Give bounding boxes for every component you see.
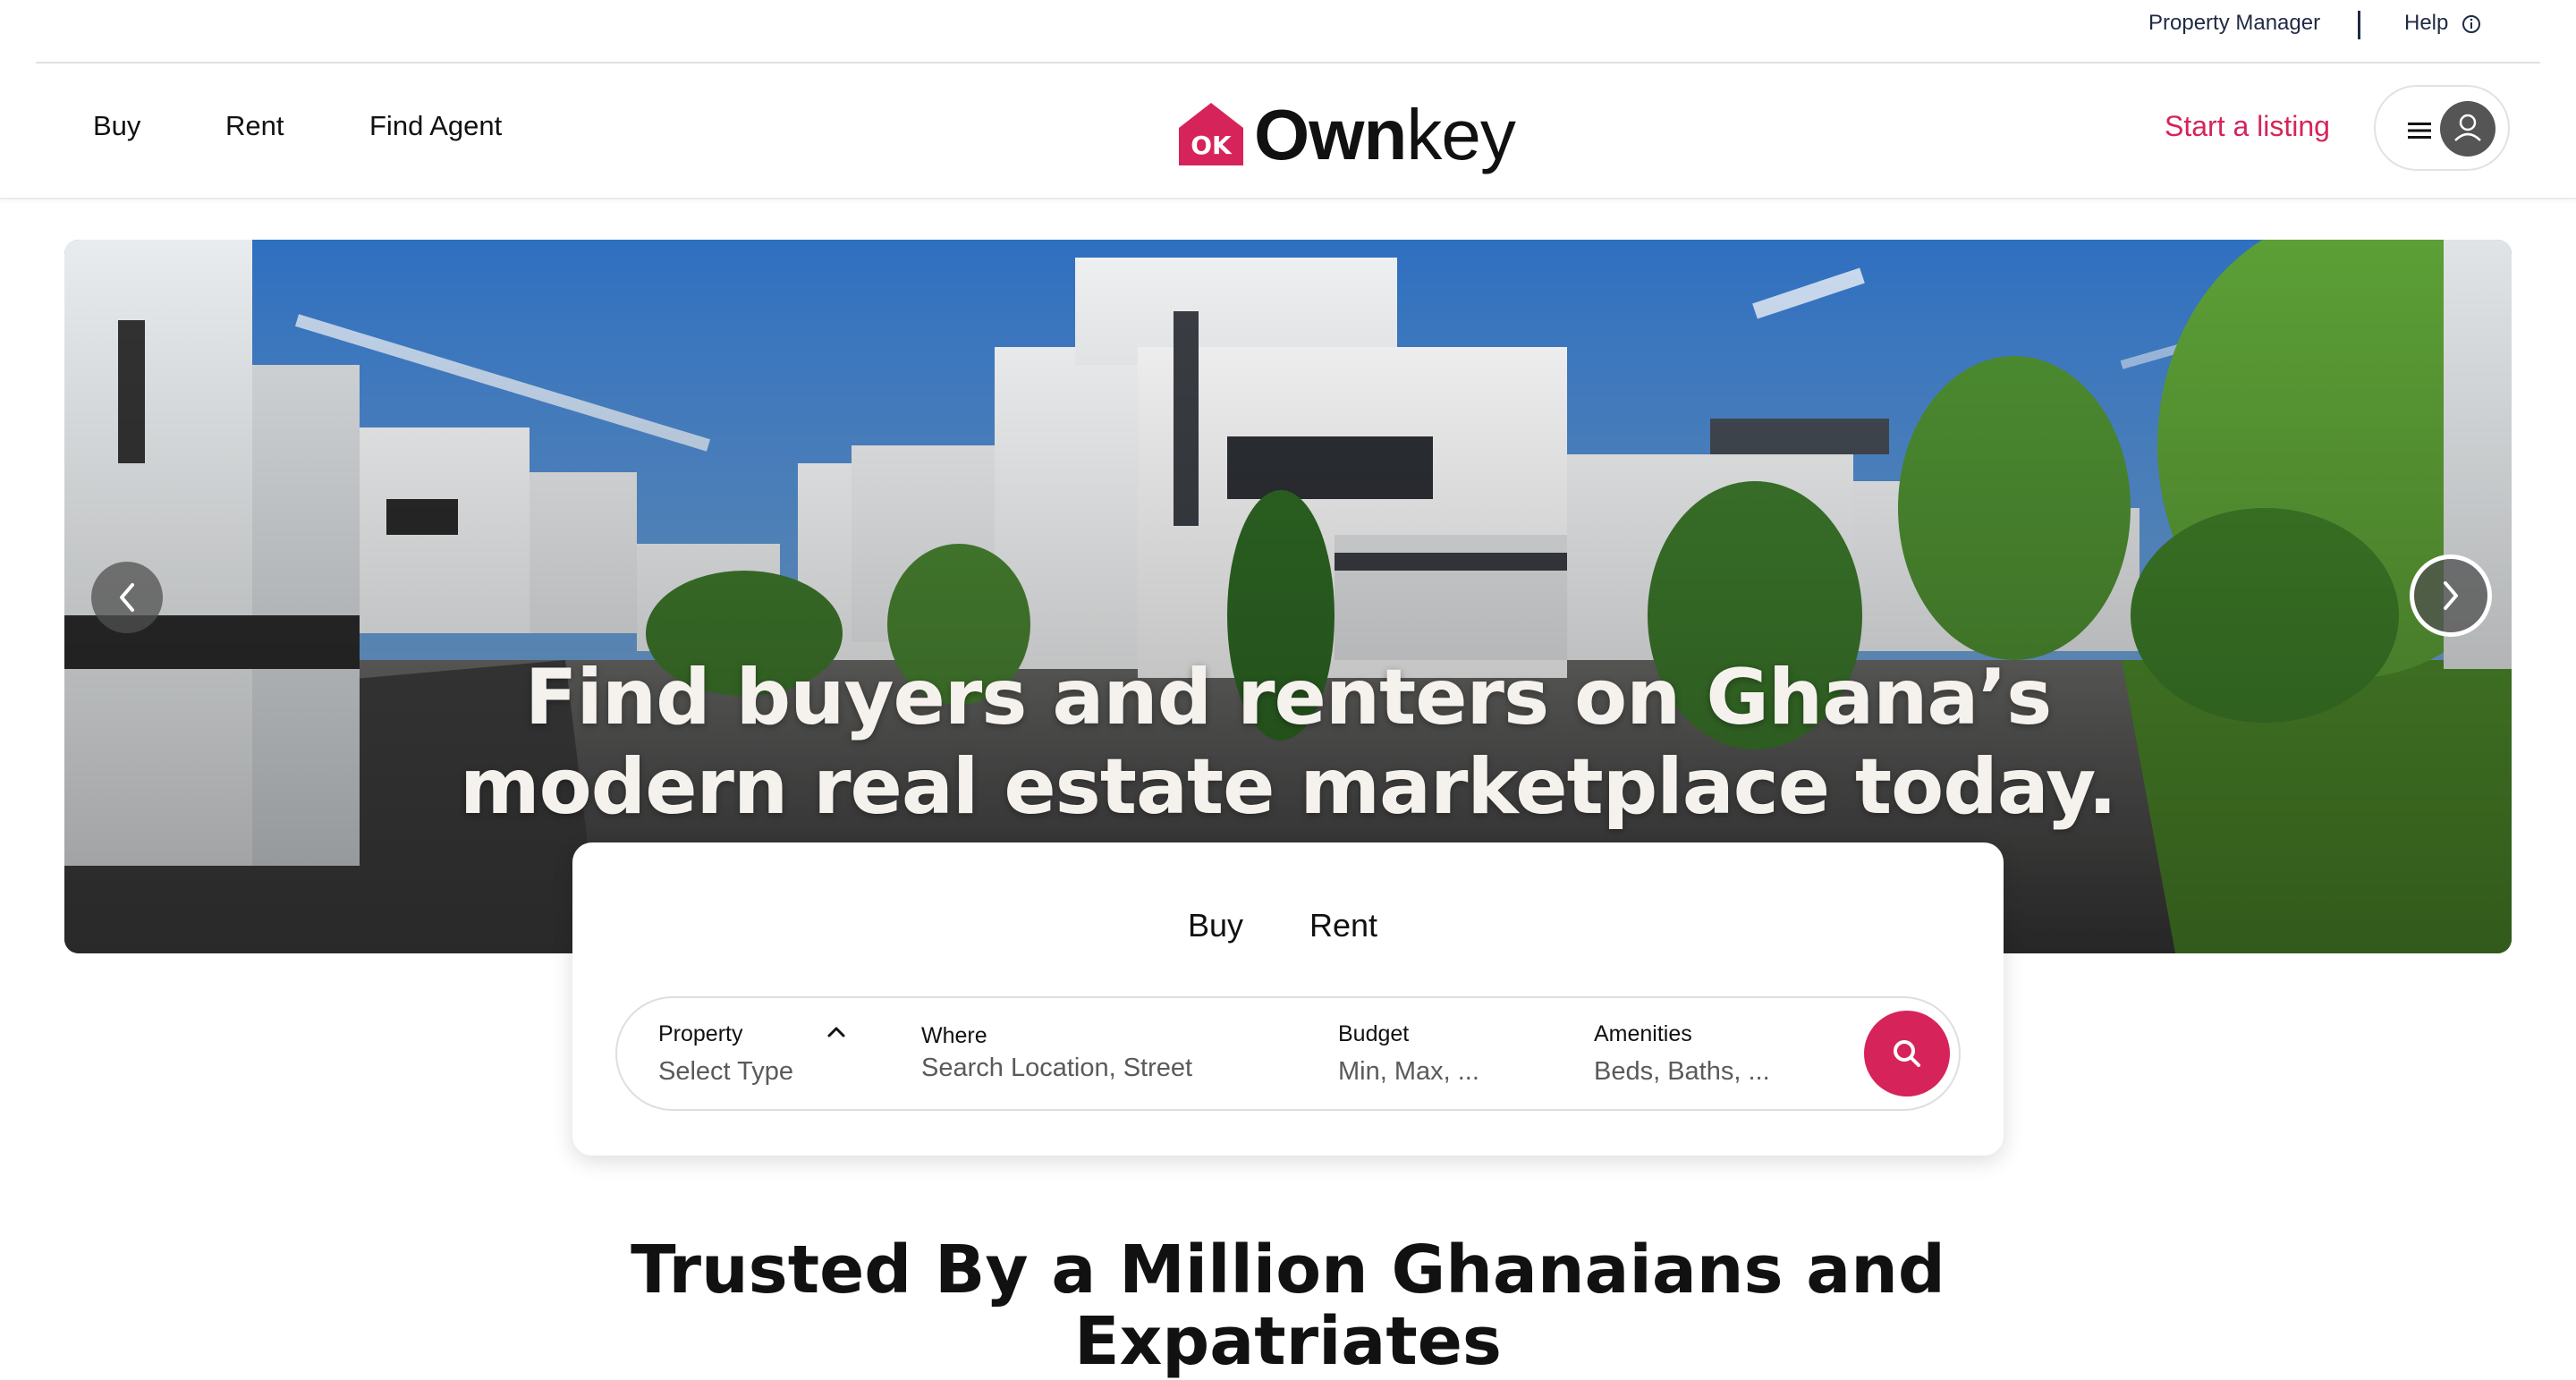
chevron-up-icon: [827, 1027, 845, 1037]
amenities-label: Amenities: [1594, 1021, 1692, 1046]
logo-wordmark: Ownkey: [1254, 94, 1516, 176]
start-listing-link[interactable]: Start a listing: [2165, 110, 2330, 143]
tab-rent[interactable]: Rent: [1309, 907, 1377, 944]
carousel-next-button[interactable]: [2410, 555, 2492, 637]
utility-divider: [2358, 11, 2360, 39]
property-label: Property: [658, 1021, 743, 1046]
help-link[interactable]: Help: [2404, 11, 2448, 36]
hero-title: Find buyers and renters on Ghana’s moder…: [64, 653, 2512, 832]
user-icon: [2454, 114, 2481, 141]
trust-heading-line-1: Trusted By a Million Ghanaians and: [631, 1232, 1945, 1308]
logo-key: key: [1406, 95, 1515, 174]
avatar: [2440, 101, 2496, 157]
logo-own: Own: [1254, 95, 1407, 174]
nav-rent[interactable]: Rent: [225, 110, 284, 142]
nav-find-agent[interactable]: Find Agent: [369, 110, 502, 142]
where-field[interactable]: Where Search Location, Street: [921, 998, 1297, 1109]
carousel-prev-button[interactable]: [91, 562, 163, 633]
budget-field[interactable]: Budget Min, Max, ...: [1338, 998, 1553, 1109]
search-icon: [1894, 1040, 1920, 1067]
property-type-field[interactable]: Property Select Type: [658, 998, 864, 1109]
trust-heading-line-2: Expatriates: [1074, 1303, 1502, 1380]
property-manager-link[interactable]: Property Manager: [2148, 11, 2320, 36]
property-value: Select Type: [658, 1057, 794, 1086]
utility-bar: Property Manager Help: [0, 0, 2576, 63]
account-menu-button[interactable]: [2374, 85, 2510, 171]
tab-buy[interactable]: Buy: [1188, 907, 1243, 944]
hero-title-line-2: modern real estate marketplace today.: [459, 742, 2117, 832]
hero-title-line-1: Find buyers and renters on Ghana’s: [524, 653, 2053, 742]
budget-label: Budget: [1338, 1021, 1410, 1046]
hamburger-icon: [2408, 123, 2431, 139]
ownkey-logo[interactable]: OK Ownkey: [1177, 90, 1516, 180]
budget-value: Min, Max, ...: [1338, 1057, 1479, 1086]
amenities-value: Beds, Baths, ...: [1594, 1057, 1770, 1086]
where-input[interactable]: Search Location, Street: [921, 1054, 1192, 1083]
house-logo-icon: OK: [1179, 103, 1243, 165]
chevron-right-icon: [2444, 581, 2458, 610]
search-card: Buy Rent Property Select Type Where Sear…: [572, 842, 2004, 1156]
search-button[interactable]: [1864, 1011, 1950, 1096]
amenities-field[interactable]: Amenities Beds, Baths, ...: [1594, 998, 1826, 1109]
where-label: Where: [921, 1023, 987, 1048]
search-bar: Property Select Type Where Search Locati…: [615, 996, 1961, 1111]
main-header: Buy Rent Find Agent OK Ownkey Start a li…: [0, 63, 2576, 199]
nav-buy[interactable]: Buy: [93, 110, 140, 142]
chevron-left-icon: [120, 583, 134, 612]
logo-badge: OK: [1191, 131, 1233, 160]
trust-heading: Trusted By a Million Ghanaians and Expat…: [0, 1234, 2576, 1377]
info-icon[interactable]: [2462, 14, 2481, 34]
